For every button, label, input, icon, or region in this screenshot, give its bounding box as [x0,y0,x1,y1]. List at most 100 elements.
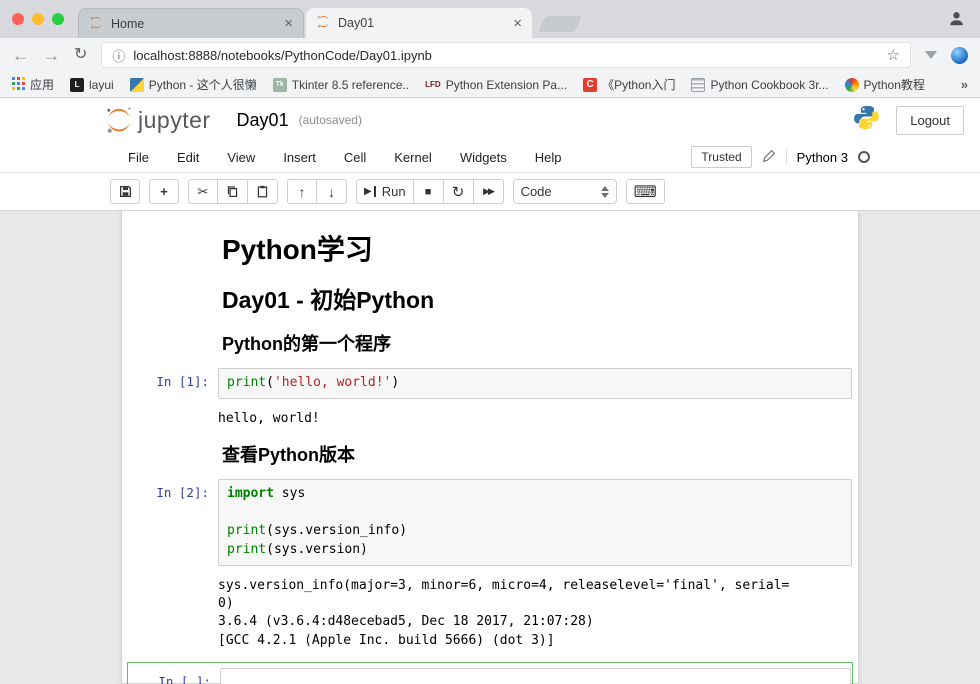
apps-grid-icon [12,77,25,93]
address-bar[interactable]: ⓘ localhost:8888/notebooks/PythonCode/Da… [101,42,911,68]
bookmark-tkinter[interactable]: Tk Tkinter 8.5 reference.. [273,78,409,92]
heading-python-study: Python学习 [222,235,852,266]
floppy-icon [119,185,132,198]
url-text[interactable]: localhost:8888/notebooks/PythonCode/Day0… [133,48,878,63]
scissors-icon: ✂ [198,184,209,200]
new-tab-button[interactable] [538,16,582,32]
layui-icon: L [70,78,84,92]
jupyter-logo-icon [104,105,134,135]
move-cell-up-button[interactable]: ↑ [287,179,317,204]
copy-cell-button[interactable] [218,179,248,204]
code-editor[interactable]: print('hello, world!') [218,368,852,399]
menu-kernel[interactable]: Kernel [394,150,432,165]
profile-icon[interactable] [947,9,966,33]
cell-type-select[interactable]: Code [513,179,617,204]
bookmark-layui[interactable]: L layui [70,78,114,92]
menu-edit[interactable]: Edit [177,150,199,165]
close-window-button[interactable] [12,13,24,25]
kernel-status-icon [858,151,870,163]
jupyter-favicon-icon [316,14,331,32]
site-info-icon[interactable]: ⓘ [112,46,125,65]
input-prompt: In [2]: [122,479,218,566]
bookmark-python-cookbook[interactable]: Python Cookbook 3r... [691,78,828,92]
window-controls [12,13,64,25]
input-prompt: In [1]: [122,368,218,399]
bookmark-apps[interactable]: 应用 [12,76,54,93]
browser-tab-strip: Home × Day01 × [0,0,980,38]
markdown-cell-first-program[interactable]: Python的第一个程序 [218,323,858,363]
close-tab-icon[interactable]: × [284,16,293,31]
play-icon: ▶ [364,186,372,197]
zoom-window-button[interactable] [52,13,64,25]
menu-insert[interactable]: Insert [283,150,316,165]
c-badge-icon: C [583,78,597,92]
save-button[interactable] [110,179,140,204]
divider [786,149,787,165]
bookmark-label: Python - 这个人很懒 [149,76,257,93]
bookmark-star-icon[interactable]: ☆ [887,46,900,64]
menu-widgets[interactable]: Widgets [460,150,507,165]
bookmark-label: layui [89,78,114,92]
restart-kernel-button[interactable]: ↻ [444,179,474,204]
run-button[interactable]: ▶ Run [356,179,414,204]
arrow-down-icon: ↓ [328,184,335,200]
bookmark-label: Python Extension Pa... [446,78,567,92]
reload-icon[interactable]: ↻ [74,47,87,63]
python-logo-icon [130,78,144,92]
logout-button[interactable]: Logout [896,106,964,135]
heading-day01: Day01 - 初始Python [222,288,852,313]
extension-dropdown-icon[interactable] [925,51,937,59]
restart-run-all-button[interactable]: ▶▶ [474,179,504,204]
python-logo-icon [853,104,880,136]
bookmarks-overflow-chevron[interactable]: » [961,77,968,92]
markdown-cell-version[interactable]: 查看Python版本 [218,434,858,474]
bookmark-label: Python Cookbook 3r... [710,78,828,92]
output-text: sys.version_info(major=3, minor=6, micro… [218,577,852,650]
bookmark-label: 《Python入门 [602,76,675,93]
interrupt-kernel-button[interactable]: ■ [414,179,444,204]
markdown-cell-day01[interactable]: Day01 - 初始Python [218,278,858,323]
add-cell-button[interactable]: + [149,179,179,204]
back-icon[interactable]: ← [12,47,29,64]
tab-label: Day01 [338,16,506,30]
code-cell-3-selected[interactable]: In [ ]: [127,662,853,684]
code-cell-1[interactable]: In [1]: print('hello, world!') [122,363,858,404]
move-cell-down-button[interactable]: ↓ [317,179,347,204]
run-label: Run [382,184,406,199]
tab-day01[interactable]: Day01 × [306,8,532,38]
jupyter-header: jupyter Day01 (autosaved) Logout [0,98,980,142]
menu-file[interactable]: File [128,150,149,165]
code-editor[interactable]: import sys print(sys.version_info)print(… [218,479,852,566]
bookmark-python-tutorial[interactable]: Python教程 [845,76,925,93]
paste-cell-button[interactable] [248,179,278,204]
code-editor[interactable] [220,668,851,684]
code-cell-2[interactable]: In [2]: import sys print(sys.version_inf… [122,474,858,571]
menu-view[interactable]: View [227,150,255,165]
menu-help[interactable]: Help [535,150,562,165]
browser-toolbar: ← → ↻ ⓘ localhost:8888/notebooks/PythonC… [0,38,980,72]
markdown-cell-title[interactable]: Python学习 [218,225,858,278]
output-area-1: hello, world! [122,404,858,434]
browser-window: Home × Day01 × ← → ↻ ⓘ localhost:8888/no… [0,0,980,684]
tab-home[interactable]: Home × [78,8,304,38]
checkpoint-status: (autosaved) [299,113,362,127]
minimize-window-button[interactable] [32,13,44,25]
fast-forward-icon: ▶▶ [483,186,493,197]
bookmark-python-extensions[interactable]: LFD Python Extension Pa... [425,78,567,92]
bookmark-python-intro[interactable]: C 《Python入门 [583,76,675,93]
trusted-badge[interactable]: Trusted [691,146,751,168]
extension-globe-icon[interactable] [951,47,968,64]
jupyter-logo[interactable]: jupyter [104,105,211,135]
cut-cell-button[interactable]: ✂ [188,179,218,204]
notebook-title[interactable]: Day01 [237,110,289,131]
notebook-background: Python学习 Day01 - 初始Python Python的第一个程序 I… [0,211,980,684]
bookmark-label: Tkinter 8.5 reference.. [292,78,409,92]
menu-cell[interactable]: Cell [344,150,366,165]
select-arrows-icon [601,186,609,198]
notebook-menubar: File Edit View Insert Cell Kernel Widget… [0,142,980,173]
bookmark-python-blog[interactable]: Python - 这个人很懒 [130,76,257,93]
forward-icon[interactable]: → [43,47,60,64]
play-bar-icon [374,186,376,197]
command-palette-button[interactable]: ⌨ [626,179,665,204]
close-tab-icon[interactable]: × [513,16,522,31]
